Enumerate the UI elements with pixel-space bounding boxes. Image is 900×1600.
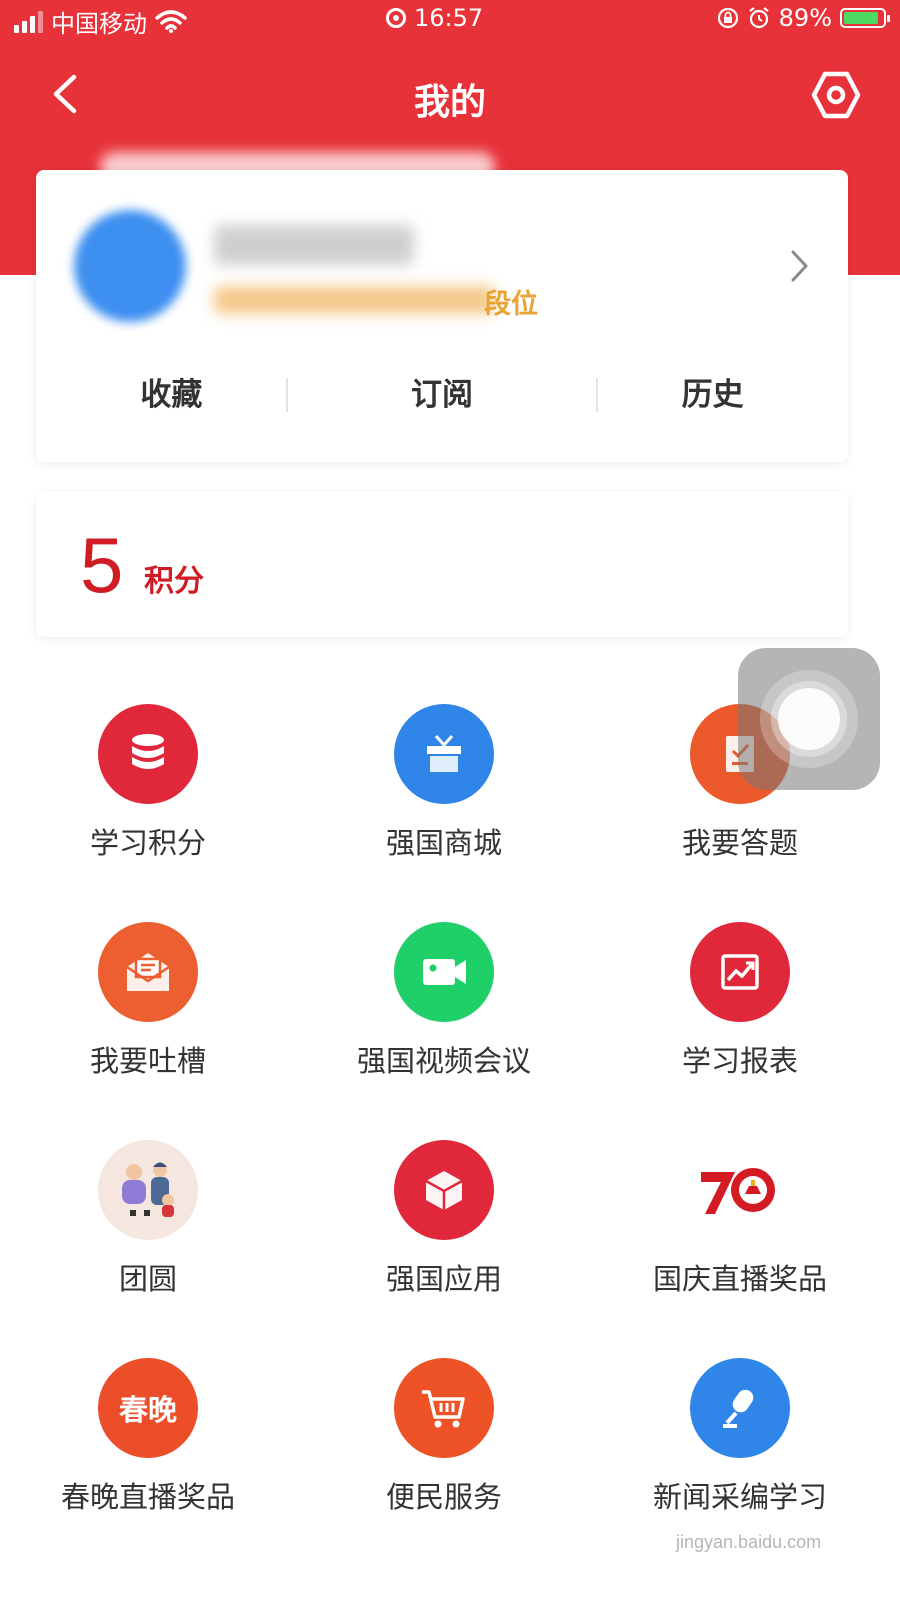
tab-subscriptions[interactable]: 订阅: [307, 370, 578, 420]
grid-item-label: 学习报表: [681, 1044, 798, 1078]
database-icon: [98, 704, 198, 804]
points-card[interactable]: 5 积分: [36, 492, 848, 637]
grid-item-convenience-services[interactable]: 便民服务: [296, 1344, 592, 1544]
grid-item-label: 强国应用: [385, 1262, 502, 1296]
nav-bar: 我的: [0, 55, 900, 135]
battery-icon: [840, 8, 890, 28]
chevron-right-icon: [791, 250, 808, 282]
chart-report-icon: [690, 922, 790, 1022]
carrier-name: 中国移动: [51, 10, 147, 38]
video-camera-icon: [394, 922, 494, 1022]
grid-item-video-meeting[interactable]: 强国视频会议: [296, 908, 592, 1108]
gift-icon: [394, 704, 494, 804]
settings-hexagon-icon: [811, 71, 861, 119]
settings-button[interactable]: [810, 69, 862, 121]
rotation-lock-icon: [717, 7, 738, 29]
grid-item-label: 新闻采编学习: [652, 1480, 827, 1514]
tab-divider: [286, 378, 288, 412]
status-bar: 中国移动 16:57 89%: [0, 0, 900, 40]
assistive-touch-button[interactable]: [738, 648, 880, 790]
profile-card[interactable]: 段位 收藏 订阅 历史: [36, 170, 848, 462]
wifi-icon: [155, 9, 187, 33]
grid-item-label: 春晚直播奖品: [60, 1480, 235, 1514]
shopping-cart-icon: [394, 1358, 494, 1458]
cube-icon: [394, 1140, 494, 1240]
status-time: 16:57: [414, 4, 484, 32]
microphone-icon: [690, 1358, 790, 1458]
grid-item-news-editing[interactable]: 新闻采编学习: [592, 1344, 888, 1544]
mail-icon: [98, 922, 198, 1022]
tab-history[interactable]: 历史: [577, 370, 848, 420]
grid-item-label: 我要答题: [681, 826, 798, 860]
grid-item-feedback[interactable]: 我要吐槽: [0, 908, 296, 1108]
grid-item-label: 我要吐槽: [89, 1044, 206, 1078]
watermark: jingyan.baidu.com: [676, 1532, 822, 1552]
grid-item-store[interactable]: 强国商城: [296, 690, 592, 890]
grid-item-study-points[interactable]: 学习积分: [0, 690, 296, 890]
points-value: 5: [80, 521, 124, 609]
profile-detail-button[interactable]: [784, 246, 814, 286]
grid-item-label: 便民服务: [385, 1480, 502, 1514]
signal-icon: [14, 10, 43, 33]
grid-item-label: 团圆: [118, 1262, 177, 1296]
tab-divider: [596, 378, 598, 412]
avatar[interactable]: [74, 210, 186, 322]
alarm-icon: [748, 7, 769, 29]
points-unit: 积分: [144, 564, 204, 599]
grid-item-apps[interactable]: 强国应用: [296, 1126, 592, 1326]
grid-item-spring-gala-prizes[interactable]: 春晚 春晚直播奖品: [0, 1344, 296, 1544]
profile-tabs: 收藏 订阅 历史: [36, 370, 848, 420]
seventy-anniversary-icon: [690, 1140, 790, 1240]
grid-item-study-report[interactable]: 学习报表: [592, 908, 888, 1108]
spring-gala-badge: 春晚: [118, 1393, 177, 1427]
grid-item-label: 强国视频会议: [356, 1044, 531, 1078]
user-rank-text: 段位: [484, 289, 538, 320]
user-name-blurred: [214, 225, 414, 265]
grid-item-national-day-prizes[interactable]: 国庆直播奖品: [592, 1126, 888, 1326]
grid-item-label: 强国商城: [385, 826, 502, 860]
grid-item-label: 国庆直播奖品: [652, 1262, 827, 1296]
page-title: 我的: [413, 82, 486, 123]
family-illustration-icon: [98, 1140, 198, 1240]
user-rank-blurred: [214, 286, 494, 314]
grid-item-reunion[interactable]: 团圆: [0, 1126, 296, 1326]
grid-item-label: 学习积分: [89, 826, 206, 860]
tab-favorites[interactable]: 收藏: [36, 370, 307, 420]
spring-gala-icon: 春晚: [98, 1358, 198, 1458]
battery-percentage: 89%: [778, 4, 832, 32]
screen-recording-icon: [386, 8, 406, 28]
assistive-touch-center: [778, 688, 840, 750]
